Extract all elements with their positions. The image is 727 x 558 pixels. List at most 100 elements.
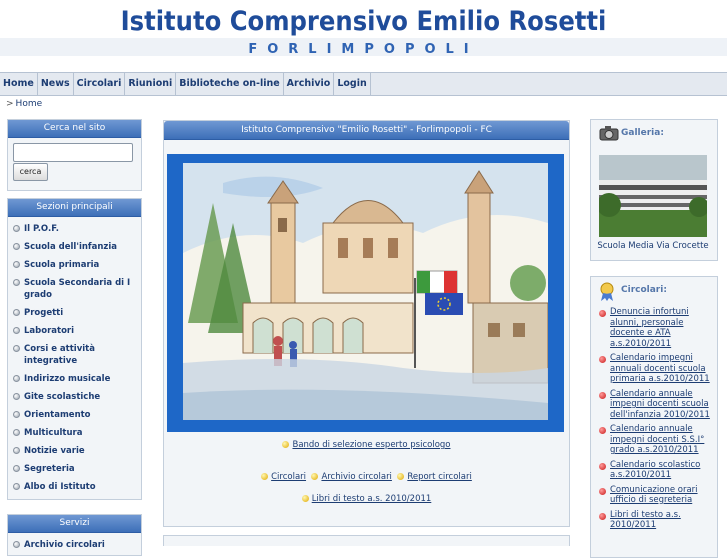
gallery-title-row: Galleria: xyxy=(591,120,717,146)
service-item-label: Archivio circolari xyxy=(24,540,105,550)
section-item-label: Orientamento xyxy=(24,410,91,420)
circolare-item[interactable]: Calendario annuale impegni docenti S.S.I… xyxy=(591,424,717,456)
yellow-bullet-icon xyxy=(261,473,269,480)
gallery-title: Galleria: xyxy=(621,128,664,138)
circolare-item-label: Comunicazione orari ufficio di segreteri… xyxy=(610,484,698,506)
link-bando[interactable]: Bando di selezione esperto psicologo xyxy=(292,440,450,450)
section-item-primaria[interactable]: Scuola primaria xyxy=(8,256,141,274)
bullet-icon xyxy=(13,279,20,286)
section-item-progetti[interactable]: Progetti xyxy=(8,304,141,322)
bullet-icon xyxy=(13,375,20,382)
sections-box-title: Sezioni principali xyxy=(8,199,141,217)
section-item-label: Laboratori xyxy=(24,326,75,336)
services-box-title: Servizi xyxy=(8,515,141,533)
camera-icon xyxy=(599,126,619,141)
red-bullet-icon xyxy=(599,487,606,495)
bullet-icon xyxy=(13,345,20,352)
nav-circolari[interactable]: Circolari xyxy=(74,73,126,95)
section-item-corsi[interactable]: Corsi e attività integrative xyxy=(8,340,141,370)
bando-row: Bando di selezione esperto psicologo xyxy=(164,440,569,450)
site-header: Istituto Comprensivo Emilio Rosetti FORL… xyxy=(0,0,727,72)
circolare-item[interactable]: Comunicazione orari ufficio di segreteri… xyxy=(591,485,717,506)
section-item-label: Albo di Istituto xyxy=(24,482,96,492)
bullet-icon xyxy=(13,327,20,334)
section-item-label: Indirizzo musicale xyxy=(24,374,111,384)
section-item-albo[interactable]: Albo di Istituto xyxy=(8,478,141,496)
section-item-musicale[interactable]: Indirizzo musicale xyxy=(8,370,141,388)
nav-archivio[interactable]: Archivio xyxy=(284,73,335,95)
section-item-orientamento[interactable]: Orientamento xyxy=(8,406,141,424)
circolare-item-label: Denuncia infortuni alunni, personale doc… xyxy=(610,307,689,349)
section-item-label: Scuola Secondaria di I grado xyxy=(24,278,131,300)
link-archivio-circolari[interactable]: Archivio circolari xyxy=(321,472,391,482)
nav-home[interactable]: Home xyxy=(0,73,38,95)
bullet-icon xyxy=(13,411,20,418)
circolare-item[interactable]: Libri di testo a.s. 2010/2011 xyxy=(591,510,717,531)
circolare-item-label: Calendario annuale impegni docenti scuol… xyxy=(610,388,710,420)
libri-row: Libri di testo a.s. 2010/2011 xyxy=(164,494,569,504)
section-item-secondaria[interactable]: Scuola Secondaria di I grado xyxy=(8,274,141,304)
red-bullet-icon xyxy=(599,462,606,470)
top-navigation: Home News Circolari Riunioni Biblioteche… xyxy=(0,72,727,96)
section-item-infanzia[interactable]: Scuola dell'infanzia xyxy=(8,238,141,256)
red-bullet-icon xyxy=(599,391,606,399)
section-item-label: Notizie varie xyxy=(24,446,85,456)
ribbon-icon xyxy=(600,282,614,301)
main-content-box: Istituto Comprensivo "Emilio Rosetti" - … xyxy=(163,120,570,527)
link-libri-di-testo[interactable]: Libri di testo a.s. 2010/2011 xyxy=(312,494,432,504)
link-circolari[interactable]: Circolari xyxy=(271,472,306,482)
bullet-icon xyxy=(13,429,20,436)
second-content-box xyxy=(163,535,570,546)
circolare-item[interactable]: Calendario scolastico a.s.2010/2011 xyxy=(591,460,717,481)
main-content-title: Istituto Comprensivo "Emilio Rosetti" - … xyxy=(164,121,569,140)
breadcrumb-arrow: > xyxy=(6,99,14,109)
section-item-label: Corsi e attività integrative xyxy=(24,344,95,366)
bullet-icon xyxy=(13,483,20,490)
section-item-label: Progetti xyxy=(24,308,64,318)
section-item-label: Scuola dell'infanzia xyxy=(24,242,117,252)
service-item-archivio[interactable]: Archivio circolari xyxy=(8,536,141,554)
section-item-label: Gite scolastiche xyxy=(24,392,101,402)
section-item-label: Multicultura xyxy=(24,428,83,438)
bullet-icon xyxy=(13,393,20,400)
school-painting xyxy=(167,154,564,432)
bullet-icon xyxy=(13,465,20,472)
breadcrumb-home-link[interactable]: Home xyxy=(16,99,43,109)
nav-news[interactable]: News xyxy=(38,73,74,95)
section-item-segreteria[interactable]: Segreteria xyxy=(8,460,141,478)
circolare-item[interactable]: Denuncia infortuni alunni, personale doc… xyxy=(591,307,717,349)
circolari-title: Circolari: xyxy=(621,285,667,295)
nav-riunioni[interactable]: Riunioni xyxy=(125,73,177,95)
red-bullet-icon xyxy=(599,356,606,363)
search-input[interactable] xyxy=(13,143,133,162)
red-bullet-icon xyxy=(599,427,606,434)
circolare-item[interactable]: Calendario impegni annuali docenti scuol… xyxy=(591,353,717,385)
circolari-box: Circolari: Denuncia infortuni alunni, pe… xyxy=(590,276,718,558)
search-box-title: Cerca nel sito xyxy=(8,120,141,138)
nav-login[interactable]: Login xyxy=(334,73,371,95)
circolare-item[interactable]: Calendario annuale impegni docenti scuol… xyxy=(591,389,717,421)
circolare-item-label: Calendario impegni annuali docenti scuol… xyxy=(610,353,710,384)
link-report-circolari[interactable]: Report circolari xyxy=(407,472,472,482)
bullet-icon xyxy=(13,243,20,250)
section-item-laboratori[interactable]: Laboratori xyxy=(8,322,141,340)
yellow-bullet-icon xyxy=(397,473,405,480)
sections-box: Sezioni principali Il P.O.F. Scuola dell… xyxy=(7,198,142,500)
section-item-pof[interactable]: Il P.O.F. xyxy=(8,220,141,238)
circolari-title-row: Circolari: xyxy=(591,277,717,303)
gallery-caption: Scuola Media Via Crocette xyxy=(597,241,709,251)
yellow-bullet-icon xyxy=(311,473,319,480)
breadcrumb: > Home xyxy=(6,99,42,109)
services-box: Servizi Archivio circolari xyxy=(7,514,142,556)
search-box: Cerca nel sito cerca xyxy=(7,119,142,191)
section-item-notizie[interactable]: Notizie varie xyxy=(8,442,141,460)
circolare-item-label: Calendario annuale impegni docenti S.S.I… xyxy=(610,424,705,455)
bullet-icon xyxy=(13,309,20,316)
nav-biblioteche[interactable]: Biblioteche on-line xyxy=(176,73,284,95)
site-subtitle: FORLIMPOPOLI xyxy=(248,42,479,57)
sections-menu: Il P.O.F. Scuola dell'infanzia Scuola pr… xyxy=(8,217,141,496)
section-item-multicultura[interactable]: Multicultura xyxy=(8,424,141,442)
section-item-gite[interactable]: Gite scolastiche xyxy=(8,388,141,406)
school-photo[interactable] xyxy=(599,155,707,237)
search-button[interactable]: cerca xyxy=(13,163,48,181)
